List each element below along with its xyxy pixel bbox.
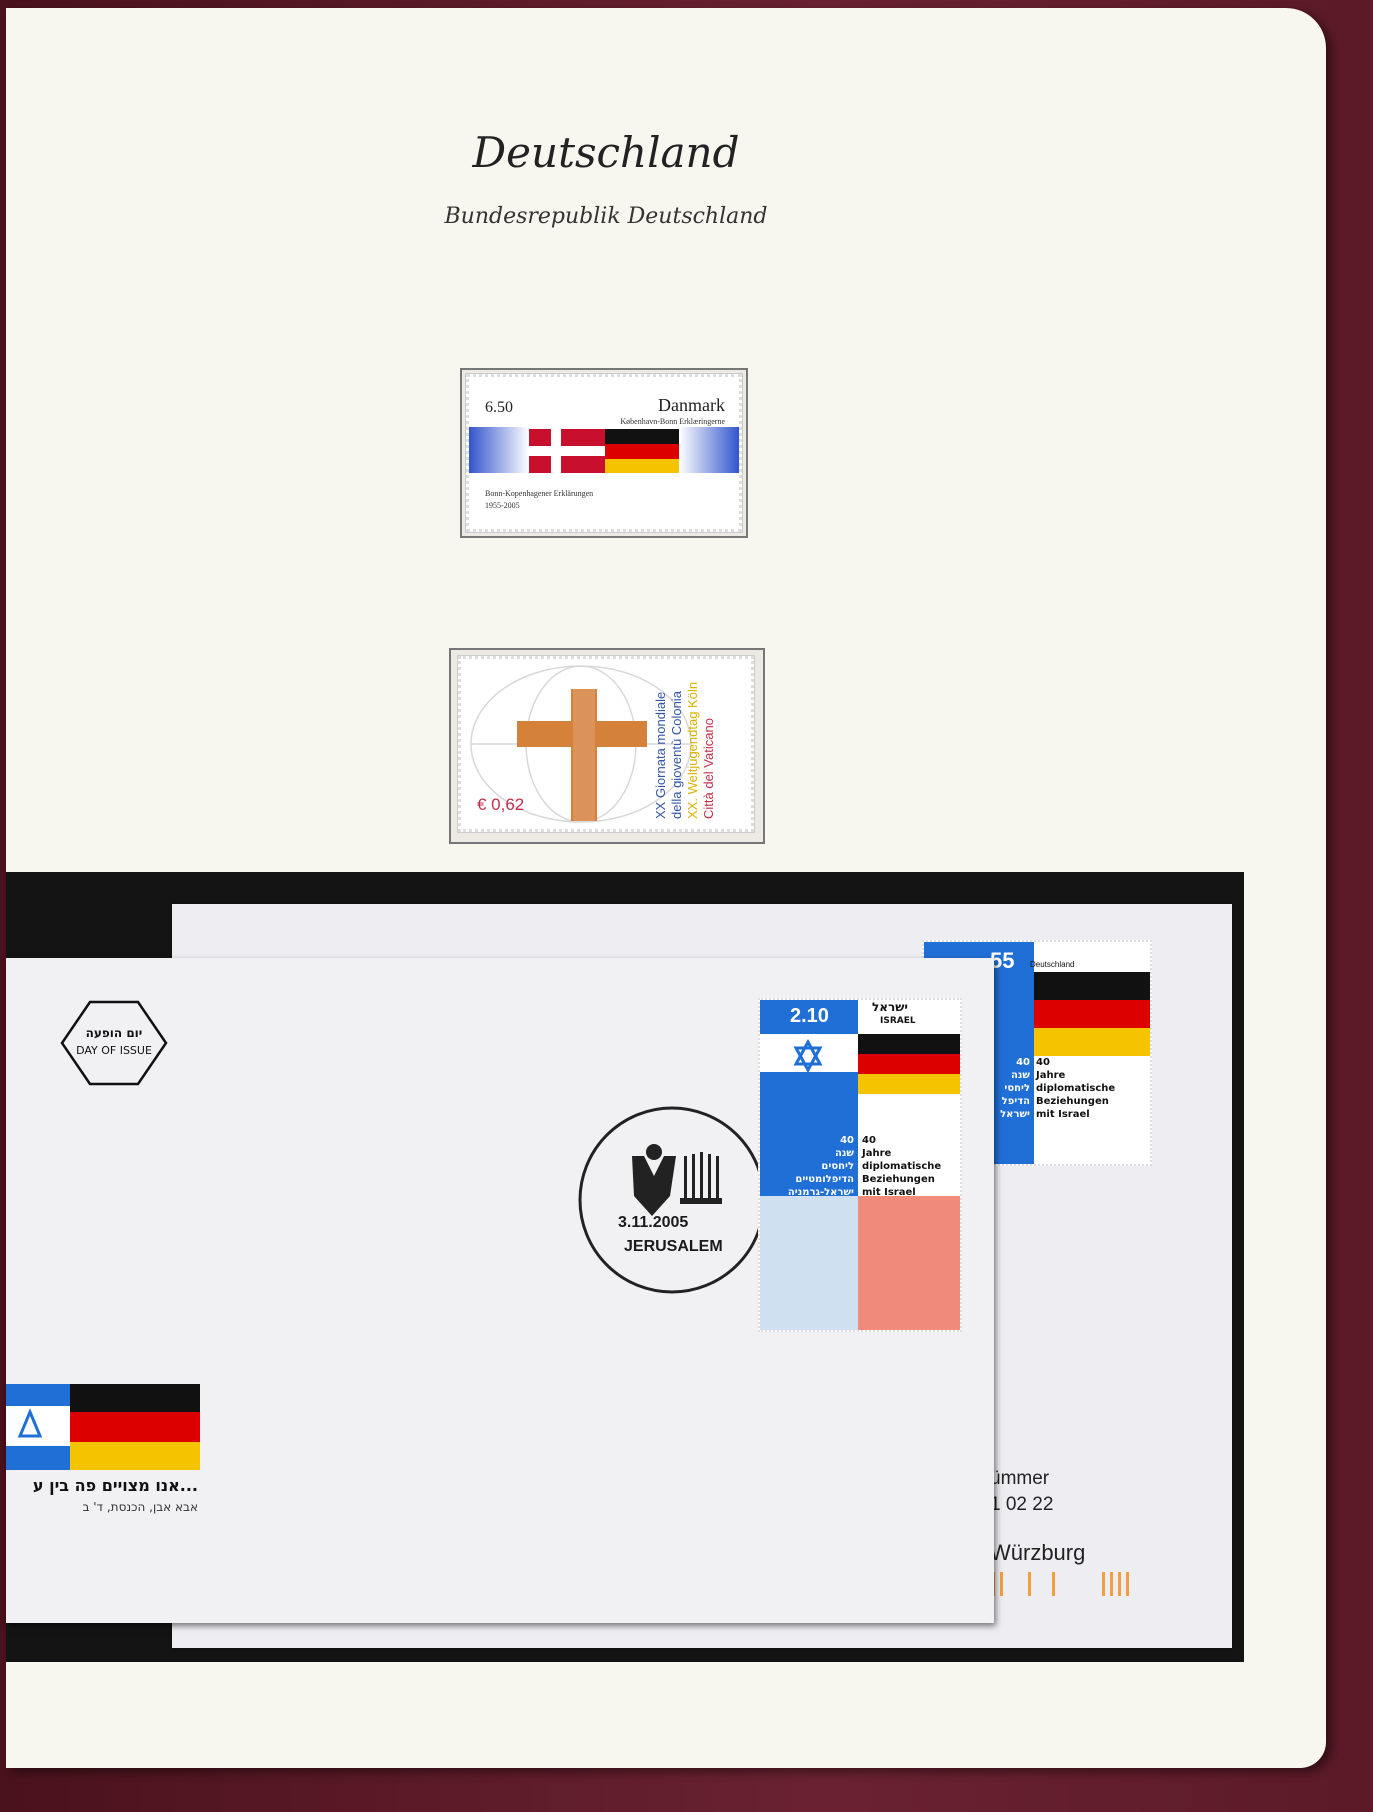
vatican-line3: XX. Weltjugendtag Köln [685,681,700,819]
postmark-date: 3.11.2005 [618,1214,689,1231]
day-of-issue-hebrew: יום הופעה [85,1026,143,1040]
denmark-stamp-caption-top: København-Bonn Erklæringerne [620,417,725,426]
postmark-city: JERUSALEM [624,1238,723,1255]
vatican-stamp-value: € 0,62 [477,795,525,814]
postmark-icon [578,1106,766,1294]
denmark-stamp-years: 1955-2005 [485,501,520,510]
vatican-line4: Città del Vaticano [701,718,716,819]
back-address-line1: ümmer [990,1468,1050,1489]
stamp-vatican: € 0,62 XX Giornata mondiale della gioven… [458,656,754,832]
israel-stamp-country-en: ISRAEL [880,1016,916,1026]
back-address-line2: 1 02 22 [990,1494,1054,1515]
day-of-issue-logo-icon [60,1000,168,1086]
denmark-stamp-caption-bottom: Bonn-Kopenhagener Erklärungen [485,489,594,498]
vatican-line1: XX Giornata mondiale [653,691,668,819]
israel-tab-he: 40 שנה ליחסים הדיפלומטיים ישראל-גרמניה [787,1135,854,1198]
day-of-issue-english: DAY OF ISSUE [76,1044,152,1057]
back-address-city: Würzburg [990,1540,1086,1565]
page-title: Deutschland [472,128,740,177]
israel-tab-de: 40 Jahre diplomatische Beziehungen mit Israe… [862,1135,942,1198]
denmark-stamp-value: 6.50 [485,399,513,416]
stamp-denmark: 6.50 Danmark København-Bonn Erklæringern… [466,374,742,532]
page-subtitle: Bundesrepublik Deutschland [444,204,768,229]
israel-stamp-value: 2.10 [790,1005,829,1027]
cachet-quote-line2: אבא אבן, הכנסת, ד' ב [82,1500,198,1514]
barcode-icon [992,1572,1129,1596]
cachet-quote-line1: ...אנו מצויים פה בין ע [32,1476,198,1495]
cachet-flags-icon [6,1384,200,1470]
denmark-stamp-country: Danmark [658,395,725,415]
germany-stamp-country: Deutschland [1030,960,1075,969]
stamp-israel: 40 Jahre diplomatische Beziehungen mit Israe… [758,998,962,1332]
germany-tab-de: 40 Jahre diplomatische Beziehungen mit Israe… [1036,1057,1116,1120]
israel-stamp-country-he: ישראל [872,1000,908,1014]
vatican-line2: della gioventù Colonia [669,691,684,819]
